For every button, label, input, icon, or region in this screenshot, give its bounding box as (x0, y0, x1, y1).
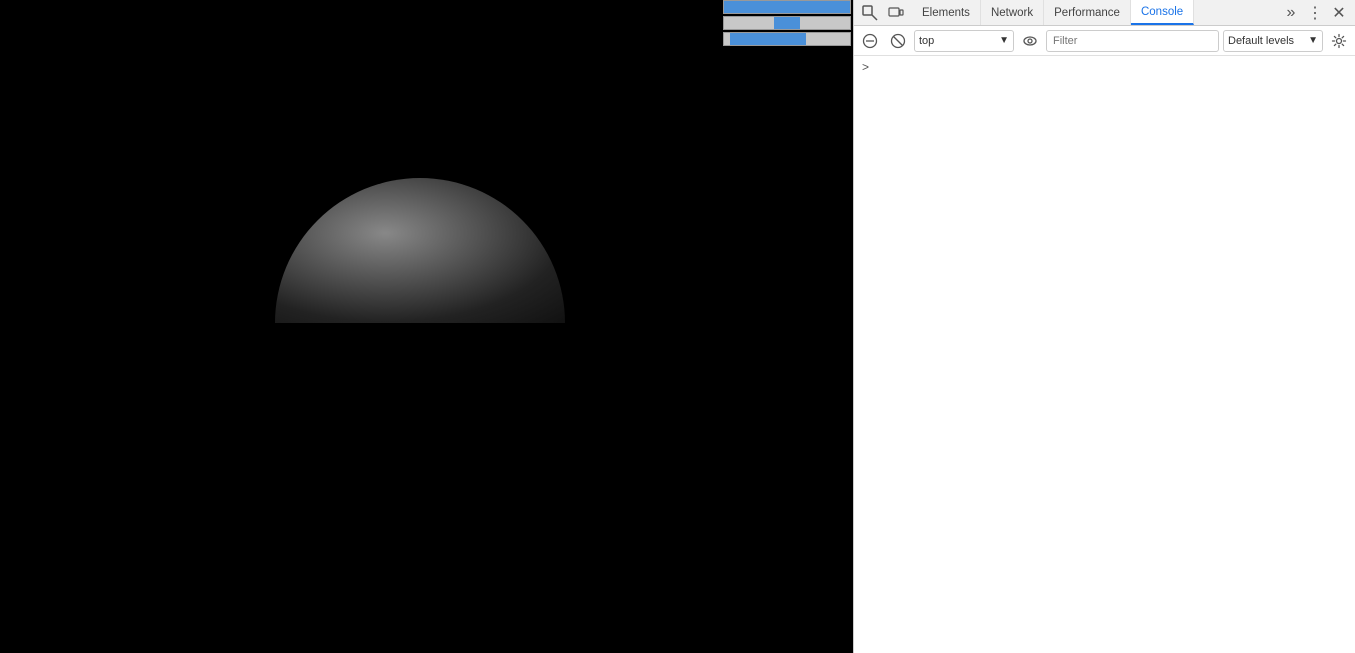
console-settings-icon[interactable] (1327, 29, 1351, 53)
block-network-icon[interactable] (886, 29, 910, 53)
log-levels-selector[interactable]: Default levels ▼ (1223, 30, 1323, 52)
console-input-prompt[interactable]: > (854, 58, 1355, 76)
console-output[interactable]: > (854, 56, 1355, 653)
devtools-close-icon[interactable]: ✕ (1327, 1, 1351, 25)
scrollbar-track-2[interactable] (723, 16, 851, 30)
console-filter-input[interactable] (1046, 30, 1219, 52)
tab-performance[interactable]: Performance (1044, 0, 1131, 25)
devtools-menu-icon[interactable]: ⋮ (1303, 1, 1327, 25)
levels-dropdown-arrow: ▼ (1308, 35, 1318, 46)
devtools-tab-bar: Elements Network Performance Console » ⋮… (854, 0, 1355, 26)
context-selector[interactable]: top ▼ (914, 30, 1014, 52)
show-console-sidebar-icon[interactable] (1018, 29, 1042, 53)
devtools-action-icons (858, 1, 908, 25)
canvas-scrollbars (723, 0, 853, 48)
devtools-right-icons: » ⋮ ✕ (1279, 1, 1351, 25)
scrollbar-thumb-2[interactable] (774, 17, 799, 29)
scrollbar-track-1[interactable] (723, 0, 851, 14)
webpage-canvas (0, 0, 853, 653)
devtools-panel: Elements Network Performance Console » ⋮… (853, 0, 1355, 653)
console-toolbar: top ▼ Default levels ▼ (854, 26, 1355, 56)
3d-sphere (275, 178, 565, 323)
tab-elements[interactable]: Elements (912, 0, 981, 25)
more-tabs-icon[interactable]: » (1279, 1, 1303, 25)
device-emulation-icon[interactable] (884, 1, 908, 25)
context-dropdown-arrow: ▼ (999, 35, 1009, 46)
clear-console-button[interactable] (858, 29, 882, 53)
scrollbar-track-3[interactable] (723, 32, 851, 46)
tab-console[interactable]: Console (1131, 0, 1194, 25)
prompt-arrow-icon: > (862, 60, 869, 74)
scrollbar-thumb-3[interactable] (730, 33, 806, 45)
tab-network[interactable]: Network (981, 0, 1044, 25)
scrollbar-thumb-1[interactable] (724, 1, 850, 13)
inspect-element-icon[interactable] (858, 1, 882, 25)
